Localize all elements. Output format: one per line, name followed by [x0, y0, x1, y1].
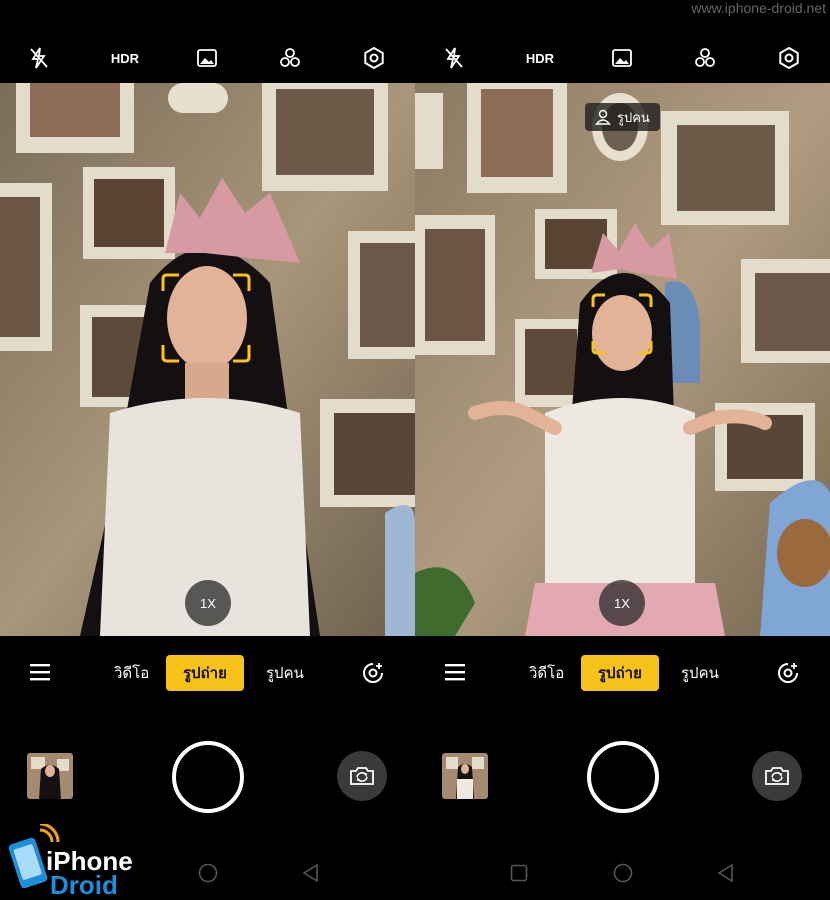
switch-camera-button[interactable] [752, 751, 802, 801]
hdr-icon[interactable]: HDR [523, 44, 557, 72]
mode-video[interactable]: วิดีโอ [529, 655, 564, 691]
image-filter-icon[interactable] [607, 44, 637, 72]
beauty-filter-icon[interactable] [275, 44, 305, 72]
logo-text-droid: Droid [50, 870, 118, 896]
person-icon [595, 109, 611, 125]
switch-camera-icon [765, 767, 789, 785]
menu-icon[interactable] [30, 663, 52, 681]
switch-camera-icon [350, 767, 374, 785]
home-nav-icon[interactable] [197, 862, 219, 884]
iphone-droid-logo: iPhone Droid [8, 824, 132, 896]
ai-scene-icon[interactable] [361, 661, 385, 685]
back-nav-icon[interactable] [715, 862, 737, 884]
shutter-button[interactable] [587, 741, 659, 813]
mode-video[interactable]: วิดีโอ [114, 655, 149, 691]
system-nav-bar [415, 856, 830, 890]
mode-portrait[interactable]: รูปคน [266, 655, 304, 691]
hdr-label: HDR [110, 50, 140, 66]
camera-panel-left: HDR 1X วิดีโอ รูปถ่าย รูปคน iPhone Droid [0, 0, 415, 900]
camera-panel-right: HDR รูปคน 1X วิดีโอ รูปถ่าย รูปคน [415, 0, 830, 900]
portrait-chip-label: รูปคน [617, 110, 650, 126]
mode-portrait[interactable]: รูปคน [681, 655, 719, 691]
mode-selector: วิดีโอ รูปถ่าย รูปคน [415, 651, 830, 695]
viewfinder-scene [415, 83, 830, 636]
zoom-level-button[interactable]: 1X [599, 580, 645, 626]
portrait-mode-chip[interactable]: รูปคน [585, 103, 660, 131]
menu-icon[interactable] [445, 663, 467, 681]
home-nav-icon[interactable] [612, 862, 634, 884]
mode-photo[interactable]: รูปถ่าย [581, 655, 659, 691]
shutter-button[interactable] [172, 741, 244, 813]
camera-viewfinder[interactable]: 1X [0, 83, 415, 636]
face-detection-frame [161, 273, 251, 363]
flash-off-icon[interactable] [24, 44, 54, 72]
image-filter-icon[interactable] [192, 44, 222, 72]
switch-camera-button[interactable] [337, 751, 387, 801]
back-nav-icon[interactable] [300, 862, 322, 884]
camera-top-bar: HDR [415, 36, 830, 80]
hdr-icon[interactable]: HDR [108, 44, 142, 72]
mode-selector: วิดีโอ รูปถ่าย รูปคน [0, 651, 415, 695]
settings-icon[interactable] [359, 44, 389, 72]
beauty-filter-icon[interactable] [690, 44, 720, 72]
hdr-label: HDR [525, 50, 555, 66]
flash-off-icon[interactable] [439, 44, 469, 72]
zoom-level-button[interactable]: 1X [185, 580, 231, 626]
gallery-thumbnail[interactable] [442, 753, 488, 799]
face-detection-frame [591, 293, 653, 355]
recents-nav-icon[interactable] [508, 862, 530, 884]
camera-top-bar: HDR [0, 36, 415, 80]
camera-viewfinder[interactable]: รูปคน 1X [415, 83, 830, 636]
mode-photo[interactable]: รูปถ่าย [166, 655, 244, 691]
ai-scene-icon[interactable] [776, 661, 800, 685]
gallery-thumbnail[interactable] [27, 753, 73, 799]
settings-icon[interactable] [774, 44, 804, 72]
